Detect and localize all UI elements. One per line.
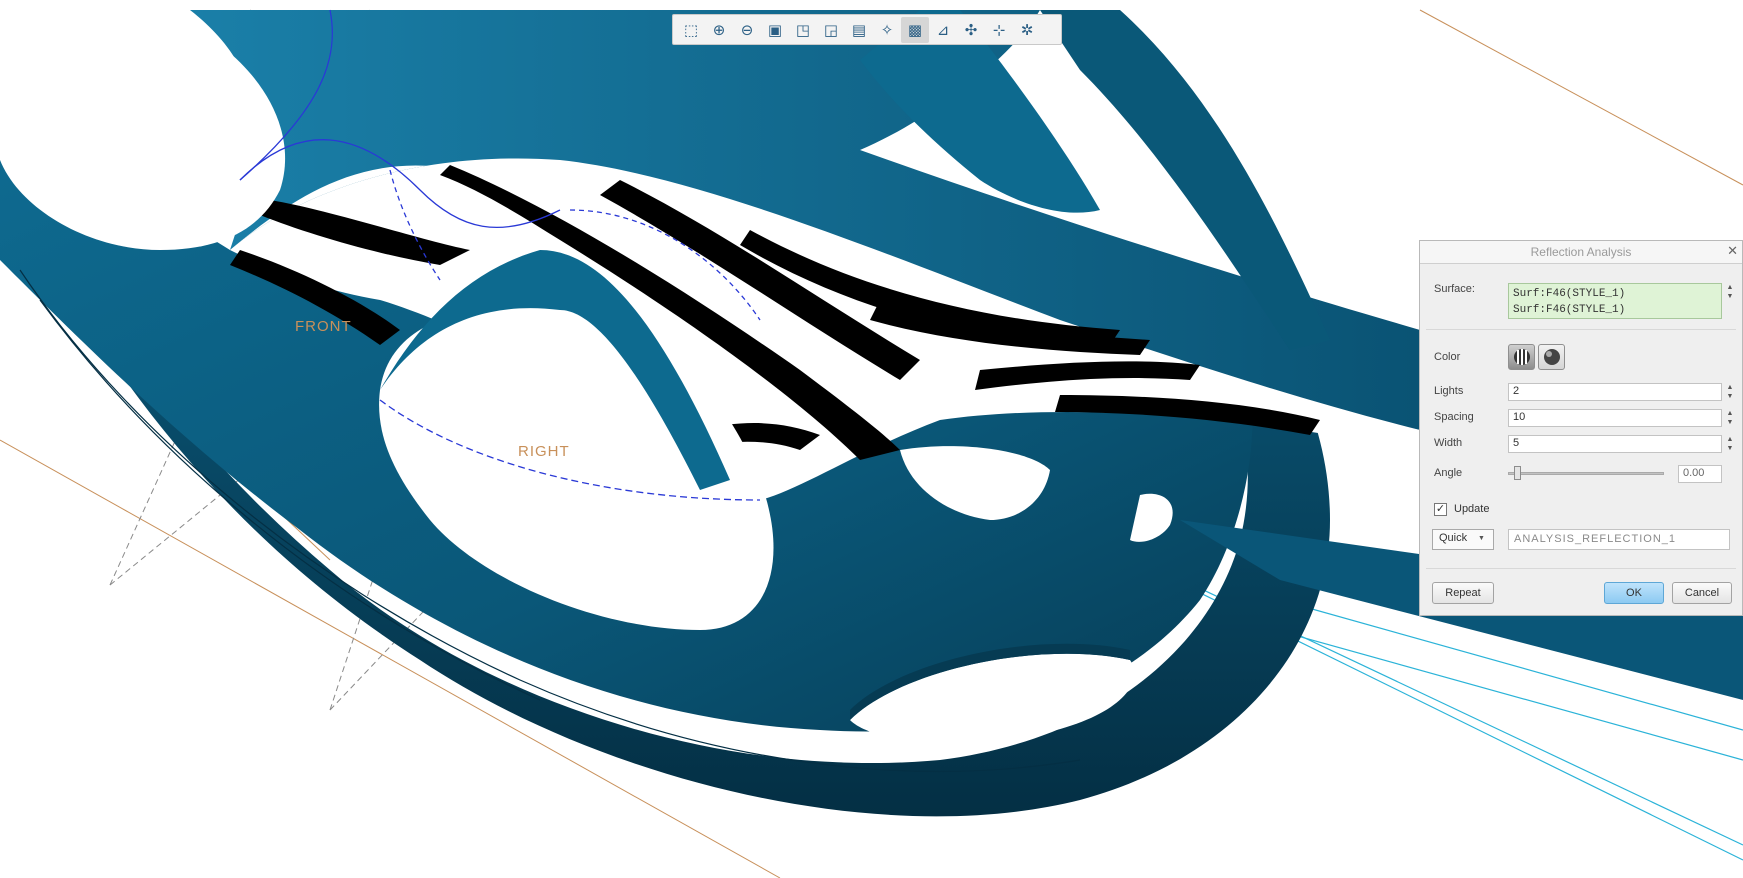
zoom-out-icon[interactable]: ⊖ xyxy=(733,17,761,43)
spacing-stepper[interactable]: ▲ ▼ xyxy=(1724,409,1736,427)
analysis-name-field[interactable]: ANALYSIS_REFLECTION_1 xyxy=(1508,529,1730,550)
lights-stepper[interactable]: ▲ ▼ xyxy=(1724,383,1736,401)
cancel-button[interactable]: Cancel xyxy=(1672,582,1732,604)
annotation-display-icon[interactable]: ▩ xyxy=(901,16,929,43)
width-field[interactable]: 5 xyxy=(1508,435,1722,453)
saved-views-icon[interactable]: ◲ xyxy=(817,17,845,43)
collector-scroll[interactable]: ▲ ▼ xyxy=(1724,283,1736,301)
dialog-title: Reflection Analysis xyxy=(1530,245,1632,259)
axis-display-icon[interactable]: ⊿ xyxy=(929,17,957,43)
point-display-icon[interactable]: ✣ xyxy=(957,17,985,43)
color-label: Color xyxy=(1434,351,1461,363)
sphere-icon xyxy=(1543,349,1560,365)
surface-label: Surface: xyxy=(1434,283,1475,295)
datum-label-front: FRONT xyxy=(295,318,352,335)
angle-field[interactable]: 0.00 xyxy=(1678,465,1722,483)
surface-collector[interactable]: Surf:F46(STYLE_1) Surf:F46(STYLE_1) xyxy=(1508,283,1722,319)
divider xyxy=(1426,568,1736,569)
close-icon[interactable]: ✕ xyxy=(1727,243,1738,259)
spacing-field[interactable]: 10 xyxy=(1508,409,1722,427)
dialog-titlebar[interactable]: Reflection Analysis ✕ xyxy=(1420,241,1742,264)
repaint-icon[interactable]: ▣ xyxy=(761,17,789,43)
zebra-stripes-color-button[interactable] xyxy=(1508,344,1535,370)
ok-button[interactable]: OK xyxy=(1604,582,1664,604)
refit-icon[interactable]: ⬚ xyxy=(677,17,705,43)
update-label: Update xyxy=(1454,503,1490,515)
reflection-analysis-dialog: Reflection Analysis ✕ Surface: Surf:F46(… xyxy=(1419,240,1743,616)
color-sphere-button[interactable] xyxy=(1538,344,1565,370)
spacing-label: Spacing xyxy=(1434,411,1474,423)
angle-slider-thumb[interactable] xyxy=(1514,466,1521,480)
zoom-in-icon[interactable]: ⊕ xyxy=(705,17,733,43)
spin-center-icon[interactable]: ✲ xyxy=(1013,17,1041,43)
surface-item[interactable]: Surf:F46(STYLE_1) xyxy=(1513,286,1717,302)
update-checkbox[interactable]: ✓ xyxy=(1434,503,1447,516)
lights-label: Lights xyxy=(1434,385,1464,397)
display-style-icon[interactable]: ▤ xyxy=(845,17,873,43)
divider xyxy=(1426,329,1736,330)
datum-label-right: RIGHT xyxy=(518,443,570,460)
width-stepper[interactable]: ▲ ▼ xyxy=(1724,435,1736,453)
csys-display-icon[interactable]: ⊹ xyxy=(985,17,1013,43)
view-toolbar: ⬚ ⊕ ⊖ ▣ ◳ ◲ ▤ ✧ ▩ ⊿ ✣ ⊹ ✲ xyxy=(672,14,1062,45)
repeat-button[interactable]: Repeat xyxy=(1432,582,1494,604)
surface-item[interactable]: Surf:F46(STYLE_1) xyxy=(1513,302,1717,318)
view-manager-icon[interactable]: ◳ xyxy=(789,17,817,43)
lights-field[interactable]: 2 xyxy=(1508,383,1722,401)
datum-display-icon[interactable]: ✧ xyxy=(873,17,901,43)
chevron-down-icon[interactable]: ▼ xyxy=(1478,535,1485,542)
angle-slider-track[interactable] xyxy=(1508,472,1664,475)
width-label: Width xyxy=(1434,437,1463,449)
angle-label: Angle xyxy=(1434,467,1463,479)
zebra-icon xyxy=(1513,349,1530,365)
